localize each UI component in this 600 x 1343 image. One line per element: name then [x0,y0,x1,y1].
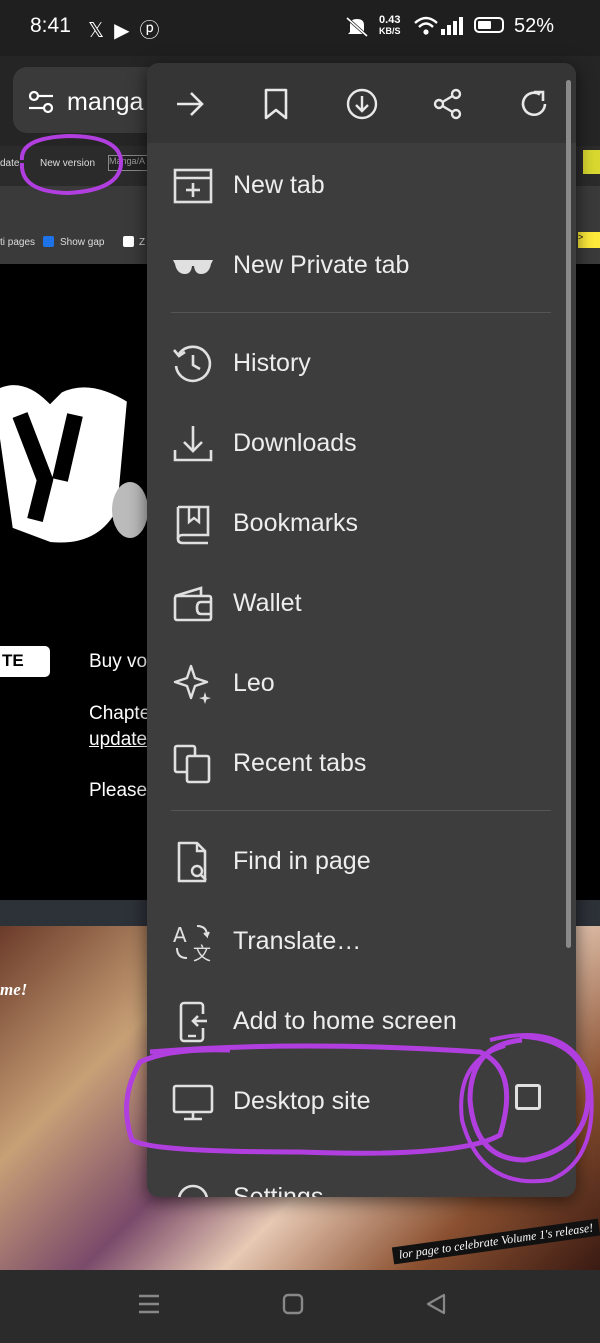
menu-item-translate[interactable]: A文 Translate… [147,900,576,980]
leo-label: Leo [233,669,275,697]
page-text-chapter: Chapte [89,703,151,724]
menu-item-find-in-page[interactable]: Find in page [147,820,576,900]
leo-sparkle-icon [173,664,211,704]
system-nav-bar [0,1270,600,1343]
status-bar: 8:41 𝕏▶ⓟ 0.43 KB/S 52% [0,0,600,56]
page-option-pages: ti pages [0,237,36,248]
signal-icon [440,17,464,40]
history-label: History [233,349,311,377]
pinterest-icon: ⓟ [139,20,170,42]
forward-button[interactable] [167,81,213,127]
menu-scrollbar[interactable] [566,80,571,948]
translate-icon: A文 [173,923,211,964]
battery-percent: 52% [513,15,554,37]
desktop-monitor-icon [172,1084,214,1121]
wallet-icon [173,586,213,622]
art-left-text: me! [0,980,28,999]
show-gap-checkbox[interactable] [43,236,54,247]
download-button[interactable] [339,81,385,127]
menu-toolbar [147,63,576,143]
menu-item-settings[interactable]: Settings [147,1140,576,1197]
page-input[interactable]: Manga/A [108,155,152,171]
page-text-please: Please [89,780,148,801]
home-nav-icon[interactable] [282,1292,304,1321]
svg-text:文: 文 [193,944,211,964]
menu-item-leo[interactable]: Leo [147,642,576,722]
page-link-update-text[interactable]: update [89,729,147,751]
site-logo [0,379,148,549]
page-text-buy: Buy vo [89,651,148,672]
find-in-page-label: Find in page [233,847,371,875]
x-icon: 𝕏 [88,20,115,42]
bookmark-icon [264,88,288,120]
page-link-update[interactable]: date [0,158,19,169]
network-speed-value: 0.43 [379,14,401,26]
translate-label: Translate… [233,927,362,955]
desktop-site-checkbox[interactable] [515,1084,541,1110]
settings-label: Settings [233,1183,324,1197]
recents-nav-icon[interactable] [138,1292,160,1321]
page-option-show-gap: Show gap [60,237,105,248]
menu-item-bookmarks[interactable]: Bookmarks [147,482,576,562]
wallet-label: Wallet [233,589,302,617]
menu-item-new-tab[interactable]: New tab [147,144,576,224]
svg-text:A: A [173,923,187,947]
bookmarks-book-icon [176,505,210,545]
wifi-icon [413,16,439,41]
menu-item-history[interactable]: History [147,322,576,402]
settings-gear-icon [178,1184,208,1197]
menu-item-wallet[interactable]: Wallet [147,562,576,642]
arrow-right-icon [177,92,204,116]
add-to-home-screen-icon [179,1001,207,1043]
share-icon [433,88,462,120]
site-settings-icon[interactable] [27,89,55,120]
reload-button[interactable] [511,81,557,127]
page-thumbnail [583,150,600,174]
history-icon [173,345,212,383]
recent-tabs-icon [173,744,211,784]
menu-item-recent-tabs[interactable]: Recent tabs [147,722,576,802]
page-option-z: Z [139,237,146,248]
downloads-label: Downloads [233,429,357,457]
find-in-page-icon [177,841,207,883]
downloads-icon [173,426,213,462]
menu-divider [171,810,551,811]
menu-divider [171,312,551,313]
url-text[interactable]: manga [67,88,143,117]
page-link-new-version[interactable]: New version [40,158,95,169]
battery-icon [474,17,504,33]
bookmarks-label: Bookmarks [233,509,359,537]
menu-item-new-private-tab[interactable]: New Private tab [147,224,576,304]
new-tab-icon [173,168,213,204]
share-button[interactable] [425,81,471,127]
app-notification-icons: 𝕏▶ⓟ [88,14,170,43]
private-glasses-icon [173,260,213,274]
desktop-site-label: Desktop site [233,1087,371,1115]
browser-menu: New tab New Private tab History Download… [147,63,576,1197]
recent-tabs-label: Recent tabs [233,749,367,777]
download-icon [346,88,378,120]
bookmark-button[interactable] [253,81,299,127]
add-to-home-screen-label: Add to home screen [233,1007,457,1035]
new-private-tab-label: New Private tab [233,251,410,279]
back-nav-icon[interactable] [425,1292,447,1321]
network-speed-unit: KB/S [379,26,401,36]
mute-icon [345,16,371,43]
reload-icon [521,90,547,117]
z-checkbox[interactable] [123,236,134,247]
menu-item-add-to-home-screen[interactable]: Add to home screen [147,980,576,1060]
menu-item-downloads[interactable]: Downloads [147,402,576,482]
menu-item-desktop-site[interactable]: Desktop site [147,1060,576,1140]
network-speed: 0.43 KB/S [379,15,401,37]
page-te-button[interactable]: TE [0,646,50,677]
new-tab-label: New tab [233,171,325,199]
page-yellow-tag[interactable]: > [578,232,600,248]
youtube-icon: ▶ [114,20,140,42]
status-time: 8:41 [30,14,71,37]
